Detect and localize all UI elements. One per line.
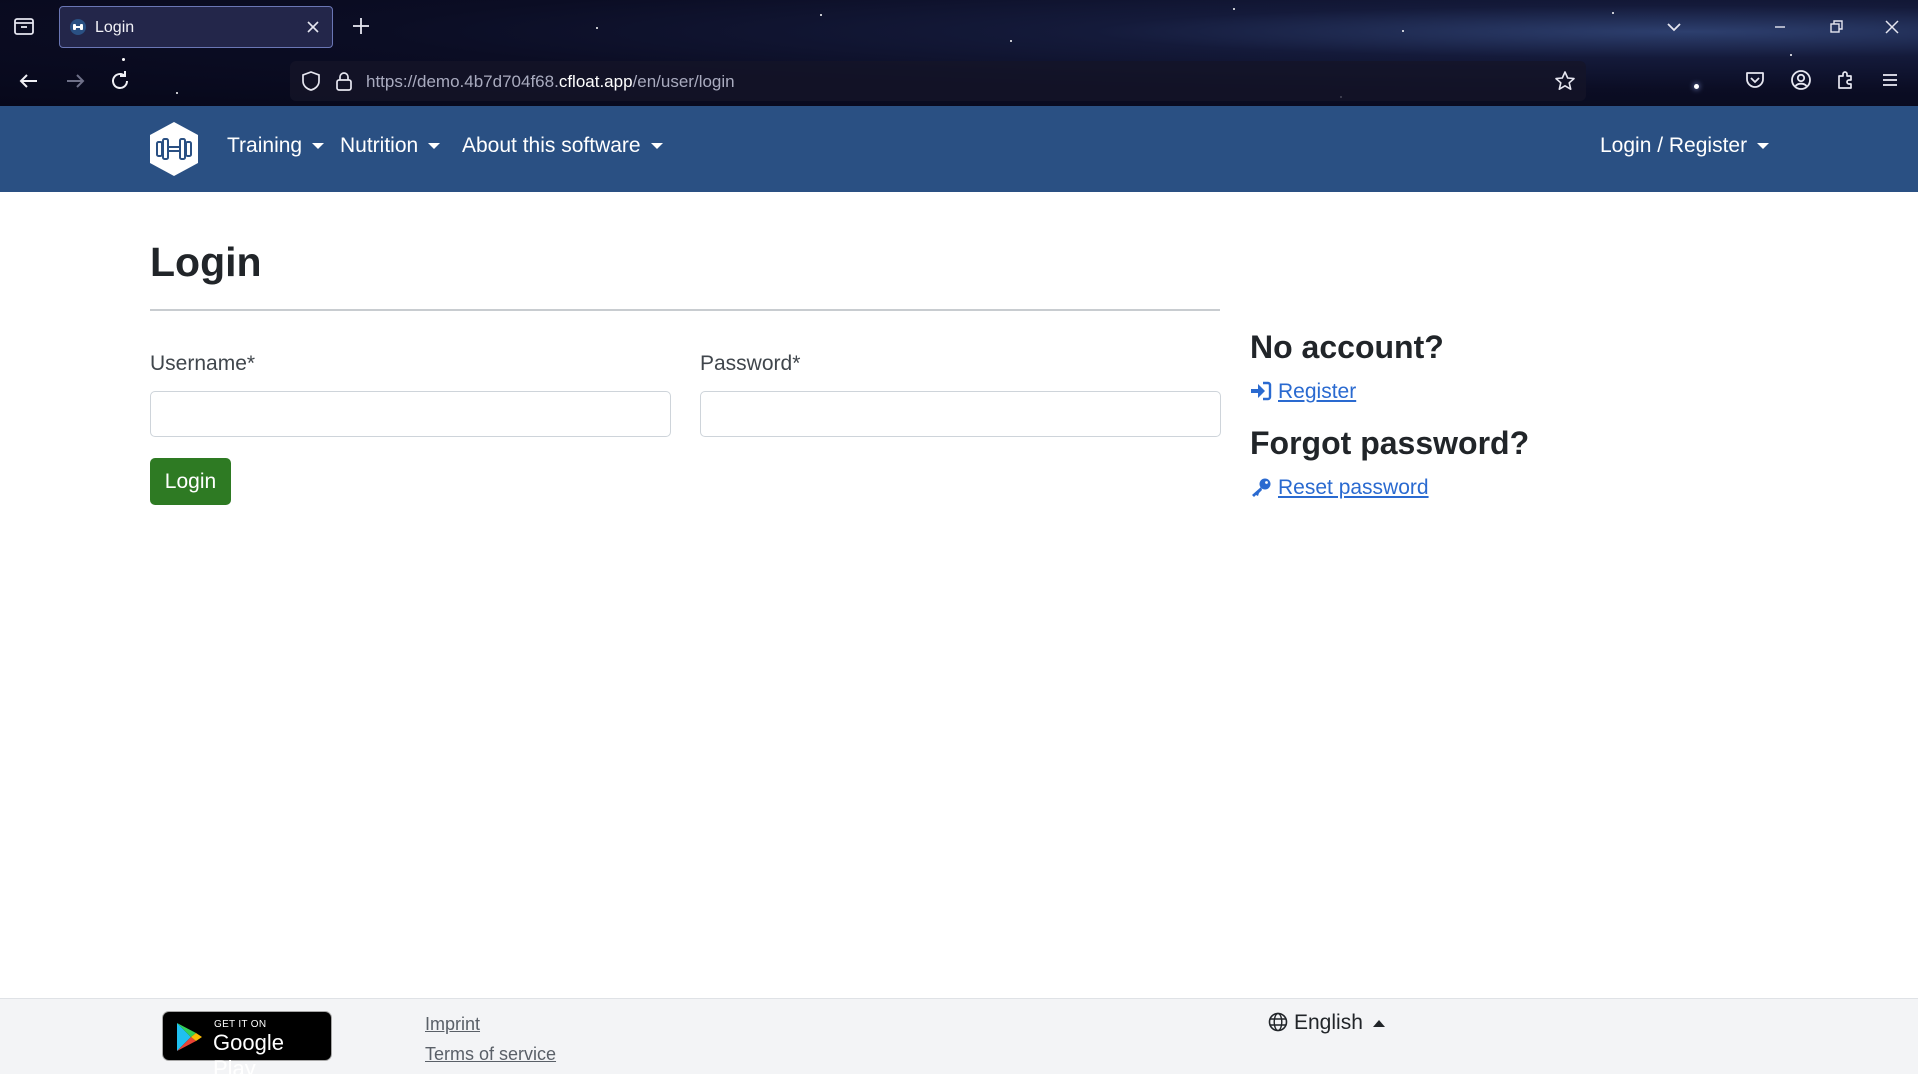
caret-down-icon bbox=[428, 143, 441, 150]
tab-list-icon[interactable] bbox=[12, 14, 36, 38]
address-bar[interactable]: https://demo.4b7d704f68.cfloat.app/en/us… bbox=[290, 61, 1586, 101]
language-selector[interactable]: English bbox=[1268, 1011, 1385, 1035]
google-play-big-text: Google Play bbox=[213, 1030, 284, 1081]
url-host: cfloat.app bbox=[558, 72, 633, 91]
reset-password-link[interactable]: Reset password bbox=[1250, 476, 1429, 500]
active-tab[interactable]: Login bbox=[59, 6, 333, 48]
nav-training-dropdown[interactable]: Training bbox=[227, 134, 325, 158]
google-play-small-text: GET IT ON bbox=[214, 1019, 267, 1030]
forgot-password-heading: Forgot password? bbox=[1250, 425, 1530, 461]
url-text[interactable]: https://demo.4b7d704f68.cfloat.app/en/us… bbox=[366, 72, 735, 92]
login-button[interactable]: Login bbox=[150, 458, 231, 505]
browser-chrome: Login https://demo.4b7d704f68.cfloat.app… bbox=[0, 0, 1918, 106]
wger-logo-icon[interactable] bbox=[148, 120, 200, 178]
nav-about-dropdown[interactable]: About this software bbox=[462, 134, 663, 158]
google-play-icon bbox=[177, 1023, 202, 1051]
register-link-label: Register bbox=[1278, 380, 1357, 403]
username-input[interactable] bbox=[150, 391, 671, 437]
page-title: Login bbox=[150, 239, 262, 285]
url-prefix: https://demo.4b7d704f68. bbox=[366, 72, 559, 91]
nav-login-register-dropdown[interactable]: Login / Register bbox=[1600, 134, 1770, 158]
forward-arrow-icon[interactable] bbox=[62, 68, 88, 94]
lock-icon[interactable] bbox=[334, 70, 354, 92]
nav-nutrition-dropdown[interactable]: Nutrition bbox=[340, 134, 441, 158]
imprint-link[interactable]: Imprint bbox=[425, 1014, 480, 1035]
caret-up-icon bbox=[1372, 1019, 1385, 1027]
password-input[interactable] bbox=[700, 391, 1221, 437]
new-tab-icon[interactable] bbox=[350, 15, 372, 37]
no-account-heading: No account? bbox=[1250, 329, 1444, 365]
account-icon[interactable] bbox=[1789, 68, 1813, 92]
restore-window-icon[interactable] bbox=[1826, 17, 1846, 37]
reload-icon[interactable] bbox=[107, 68, 133, 94]
password-label: Password* bbox=[700, 352, 801, 375]
language-label: English bbox=[1294, 1011, 1363, 1034]
url-path: /en/user/login bbox=[632, 72, 735, 91]
browser-toolbar: https://demo.4b7d704f68.cfloat.app/en/us… bbox=[0, 58, 1918, 104]
tab-bar: Login bbox=[0, 0, 1918, 54]
caret-down-icon bbox=[312, 143, 325, 150]
close-tab-icon[interactable] bbox=[304, 18, 322, 36]
main-navbar: Training Nutrition About this software L… bbox=[0, 106, 1918, 192]
google-play-badge[interactable]: GET IT ON Google Play bbox=[162, 1011, 332, 1081]
menu-hamburger-icon[interactable] bbox=[1878, 68, 1902, 92]
close-window-icon[interactable] bbox=[1882, 17, 1902, 37]
extensions-puzzle-icon[interactable] bbox=[1834, 68, 1858, 92]
caret-down-icon bbox=[1757, 143, 1770, 150]
list-all-tabs-chevron-icon[interactable] bbox=[1664, 17, 1684, 37]
nav-account-label: Login / Register bbox=[1600, 134, 1748, 157]
pocket-icon[interactable] bbox=[1743, 68, 1767, 92]
nav-training-label: Training bbox=[227, 134, 303, 157]
register-link[interactable]: Register bbox=[1250, 380, 1356, 404]
key-icon bbox=[1252, 478, 1271, 497]
title-divider bbox=[150, 309, 1220, 311]
tracking-protection-shield-icon[interactable] bbox=[300, 70, 322, 92]
bookmark-star-icon[interactable] bbox=[1554, 70, 1576, 92]
globe-icon bbox=[1268, 1012, 1288, 1032]
username-label: Username* bbox=[150, 352, 256, 375]
caret-down-icon bbox=[650, 143, 663, 150]
terms-of-service-link[interactable]: Terms of service bbox=[425, 1044, 556, 1065]
minimize-window-icon[interactable] bbox=[1770, 17, 1790, 37]
wger-favicon-icon bbox=[70, 19, 86, 35]
nav-about-label: About this software bbox=[462, 134, 641, 157]
tab-title: Login bbox=[95, 19, 135, 36]
sign-in-icon bbox=[1251, 381, 1272, 401]
nav-nutrition-label: Nutrition bbox=[340, 134, 419, 157]
reset-password-label: Reset password bbox=[1278, 476, 1429, 499]
back-arrow-icon[interactable] bbox=[16, 68, 42, 94]
footer: GET IT ON Google Play Imprint Terms of s… bbox=[0, 998, 1918, 1081]
